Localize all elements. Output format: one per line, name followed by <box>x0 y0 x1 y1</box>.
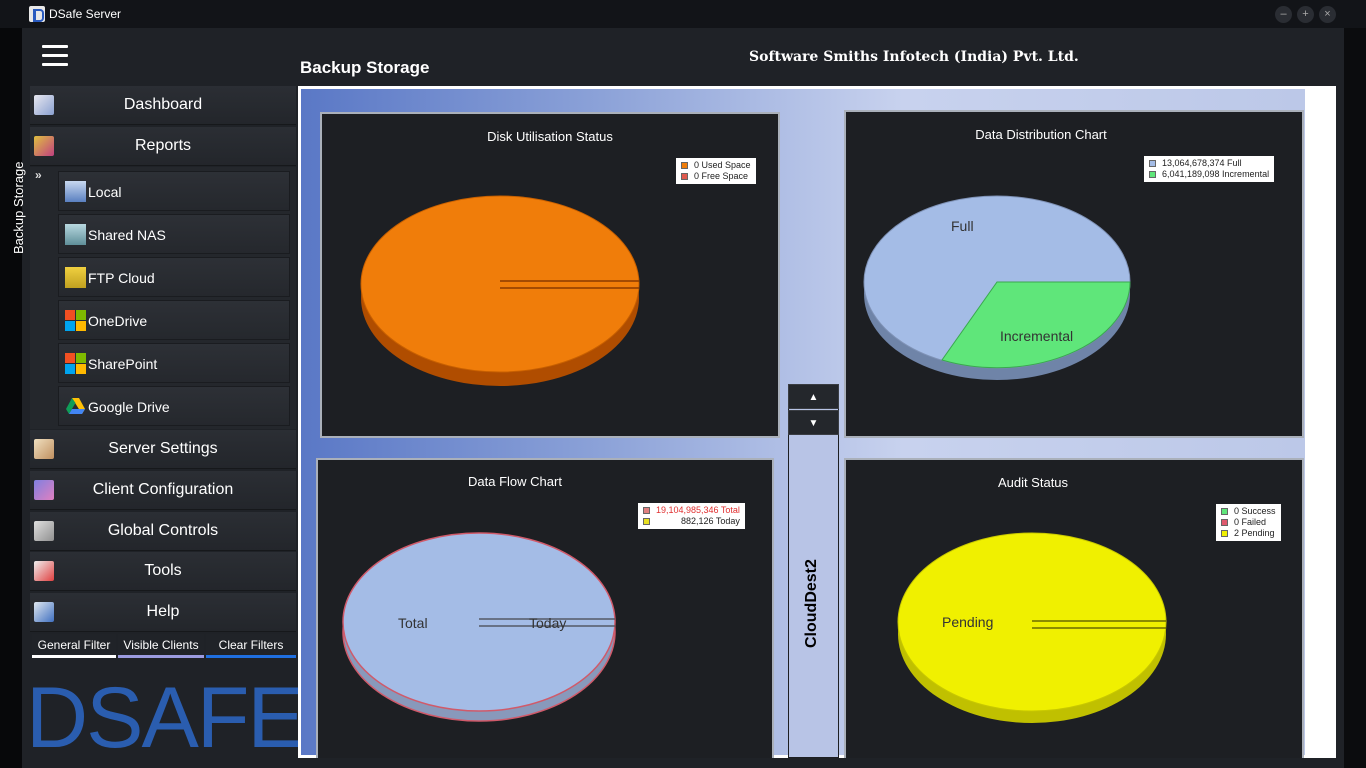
sidebar-item-label: OneDrive <box>88 313 148 329</box>
audit-pie-chart <box>897 532 1167 723</box>
nav-client-configuration[interactable]: Client Configuration <box>30 471 296 510</box>
sidebar-item-sharepoint[interactable]: SharePoint <box>58 343 290 383</box>
onedrive-icon <box>65 310 86 331</box>
audit-status-panel: Audit Status 0 Success 0 Failed 2 Pendin… <box>844 458 1304 758</box>
nav-label: Help <box>146 603 180 620</box>
scroll-up-button[interactable]: ▲ <box>788 384 839 409</box>
sidebar-item-ftp-cloud[interactable]: FTP Cloud <box>58 257 290 297</box>
pie-label-incremental: Incremental <box>1000 328 1074 344</box>
nav-global-controls[interactable]: Global Controls <box>30 512 296 551</box>
nav-reports[interactable]: Reports <box>30 127 296 166</box>
local-icon <box>65 181 86 202</box>
scroll-down-button[interactable]: ▼ <box>788 410 839 435</box>
data-flow-panel: Data Flow Chart 19,104,985,346 Total 882… <box>316 458 774 758</box>
maximize-button[interactable]: + <box>1297 6 1314 23</box>
nav-dashboard[interactable]: Dashboard <box>30 86 296 125</box>
pie-slice-used-space <box>360 195 640 373</box>
left-edge <box>0 28 22 768</box>
general-filter-button[interactable]: General Filter <box>32 634 116 658</box>
page-title: Backup Storage <box>300 58 430 77</box>
disk-utilisation-panel: Disk Utilisation Status 0 Used Space 0 F… <box>320 112 780 438</box>
nav-label: Global Controls <box>107 522 219 539</box>
sidebar-item-label: SharePoint <box>88 356 158 372</box>
clear-filters-button[interactable]: Clear Filters <box>206 634 296 658</box>
minimize-button[interactable]: – <box>1275 6 1292 23</box>
app-logo-icon <box>29 6 45 22</box>
company-name: Software Smiths Infotech (India) Pvt. Lt… <box>749 49 1079 65</box>
sidebar-item-label: FTP Cloud <box>88 270 155 286</box>
pie-label-full: Full <box>951 218 974 234</box>
pie-label-pending: Pending <box>942 614 994 630</box>
disk-pie-chart <box>360 195 640 386</box>
nav-label: Client Configuration <box>92 481 234 498</box>
cloud-destination-label[interactable]: CloudDest2 <box>803 559 821 648</box>
dsafe-app-window: DSafe Server – + × Backup Storage Softwa… <box>0 0 1366 768</box>
sidebar-item-label: Google Drive <box>88 399 170 415</box>
collapse-chevron-icon[interactable]: » <box>35 168 42 182</box>
pie-slice-pending <box>897 532 1167 712</box>
nav-tools[interactable]: Tools <box>30 552 296 591</box>
pie-label-total: Total <box>398 615 428 631</box>
google-drive-icon <box>65 396 86 417</box>
content-scrollbar[interactable] <box>1308 89 1333 755</box>
nav-label: Server Settings <box>108 440 218 457</box>
nav-reports-label: Reports <box>134 137 192 154</box>
ftp-icon <box>65 267 86 288</box>
visible-clients-button[interactable]: Visible Clients <box>118 634 204 658</box>
title-bar: DSafe Server – + × <box>0 0 1366 28</box>
hamburger-menu-icon[interactable] <box>42 45 68 67</box>
nav-dashboard-label: Dashboard <box>123 96 203 113</box>
sidebar-item-shared-nas[interactable]: Shared NAS <box>58 214 290 254</box>
sidebar-item-label: Local <box>88 184 122 200</box>
sidebar-item-google-drive[interactable]: Google Drive <box>58 386 290 426</box>
distribution-pie-chart <box>863 195 1131 380</box>
nav-server-settings[interactable]: Server Settings <box>30 430 296 469</box>
nav-help[interactable]: Help <box>30 593 296 632</box>
close-button[interactable]: × <box>1319 6 1336 23</box>
nas-icon <box>65 224 86 245</box>
sidebar-item-local[interactable]: Local <box>58 171 290 211</box>
backup-storage-group-label: Backup Storage <box>11 161 26 254</box>
pie-slice-total <box>342 532 616 712</box>
nav-label: Tools <box>144 562 182 579</box>
data-distribution-panel: Data Distribution Chart 13,064,678,374 F… <box>844 110 1304 438</box>
pie-label-today: Today <box>529 615 567 631</box>
flow-pie-chart <box>342 532 616 722</box>
dsafe-logo: DSAFE <box>26 670 305 766</box>
window-title: DSafe Server <box>49 7 122 21</box>
sidebar-item-onedrive[interactable]: OneDrive <box>58 300 290 340</box>
sharepoint-icon <box>65 353 86 374</box>
sidebar-item-label: Shared NAS <box>88 227 166 243</box>
